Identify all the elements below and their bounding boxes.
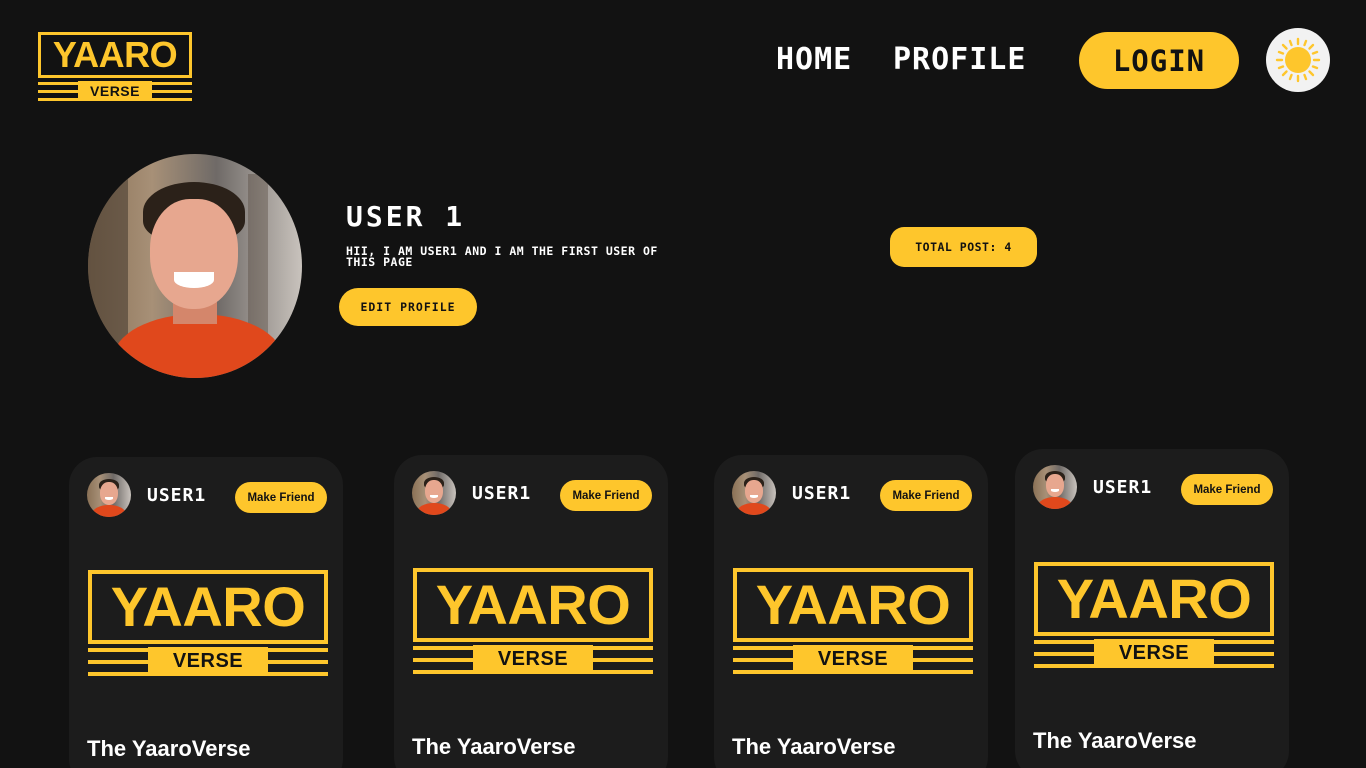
post-image-logo: YAARO VERSE — [1034, 562, 1274, 668]
nav-home-link[interactable]: HOME — [776, 42, 852, 78]
post-card[interactable]: USER1 Make Friend YAARO VERSE The YaaroV… — [714, 455, 988, 768]
post-avatar — [732, 471, 776, 515]
make-friend-button[interactable]: Make Friend — [560, 480, 652, 511]
theme-toggle-button[interactable] — [1266, 28, 1330, 92]
post-image-logo: YAARO VERSE — [413, 568, 653, 674]
logo-box: YAARO — [38, 32, 192, 78]
post-card[interactable]: USER1 Make Friend YAARO VERSE The YaaroV… — [394, 455, 668, 768]
post-username: USER1 — [1093, 477, 1153, 498]
logo-stripes: VERSE — [38, 81, 192, 101]
post-avatar — [1033, 465, 1077, 509]
nav-profile-link[interactable]: PROFILE — [893, 42, 1026, 78]
post-logo-main: YAARO — [1056, 567, 1252, 630]
logo-main-text: YAARO — [52, 34, 178, 75]
post-image-logo: YAARO VERSE — [88, 570, 328, 676]
make-friend-button[interactable]: Make Friend — [880, 480, 972, 511]
profile-avatar — [88, 154, 302, 378]
site-logo[interactable]: YAARO VERSE — [38, 32, 192, 101]
post-logo-sub: VERSE — [793, 645, 913, 674]
post-username: USER1 — [472, 483, 532, 504]
post-logo-main: YAARO — [755, 573, 951, 636]
post-image-logo: YAARO VERSE — [733, 568, 973, 674]
post-logo-sub: VERSE — [473, 645, 593, 674]
post-logo-sub: VERSE — [1094, 639, 1214, 668]
profile-name: USER 1 — [346, 200, 466, 233]
post-logo-main: YAARO — [435, 573, 631, 636]
make-friend-button[interactable]: Make Friend — [1181, 474, 1273, 505]
post-avatar — [412, 471, 456, 515]
logo-sub-text: VERSE — [78, 81, 152, 101]
post-caption: The YaaroVerse — [732, 734, 896, 759]
post-card[interactable]: USER1 Make Friend YAARO VERSE The YaaroV… — [69, 457, 343, 768]
post-caption: The YaaroVerse — [87, 736, 251, 761]
sun-icon — [1275, 37, 1321, 83]
post-avatar — [87, 473, 131, 517]
profile-bio: Hii, i am user1 and i am the first user … — [346, 244, 658, 269]
post-username: USER1 — [792, 483, 852, 504]
post-caption: The YaaroVerse — [412, 734, 576, 759]
post-caption: The YaaroVerse — [1033, 728, 1197, 753]
login-button[interactable]: LOGIN — [1079, 32, 1239, 89]
post-username: USER1 — [147, 485, 207, 506]
total-post-badge: TOTAL POST: 4 — [890, 227, 1037, 267]
post-card[interactable]: USER1 Make Friend YAARO VERSE The YaaroV… — [1015, 449, 1289, 768]
edit-profile-button[interactable]: EDIT PROFILE — [339, 288, 477, 326]
post-logo-main: YAARO — [110, 575, 306, 638]
post-logo-sub: VERSE — [148, 647, 268, 676]
make-friend-button[interactable]: Make Friend — [235, 482, 327, 513]
